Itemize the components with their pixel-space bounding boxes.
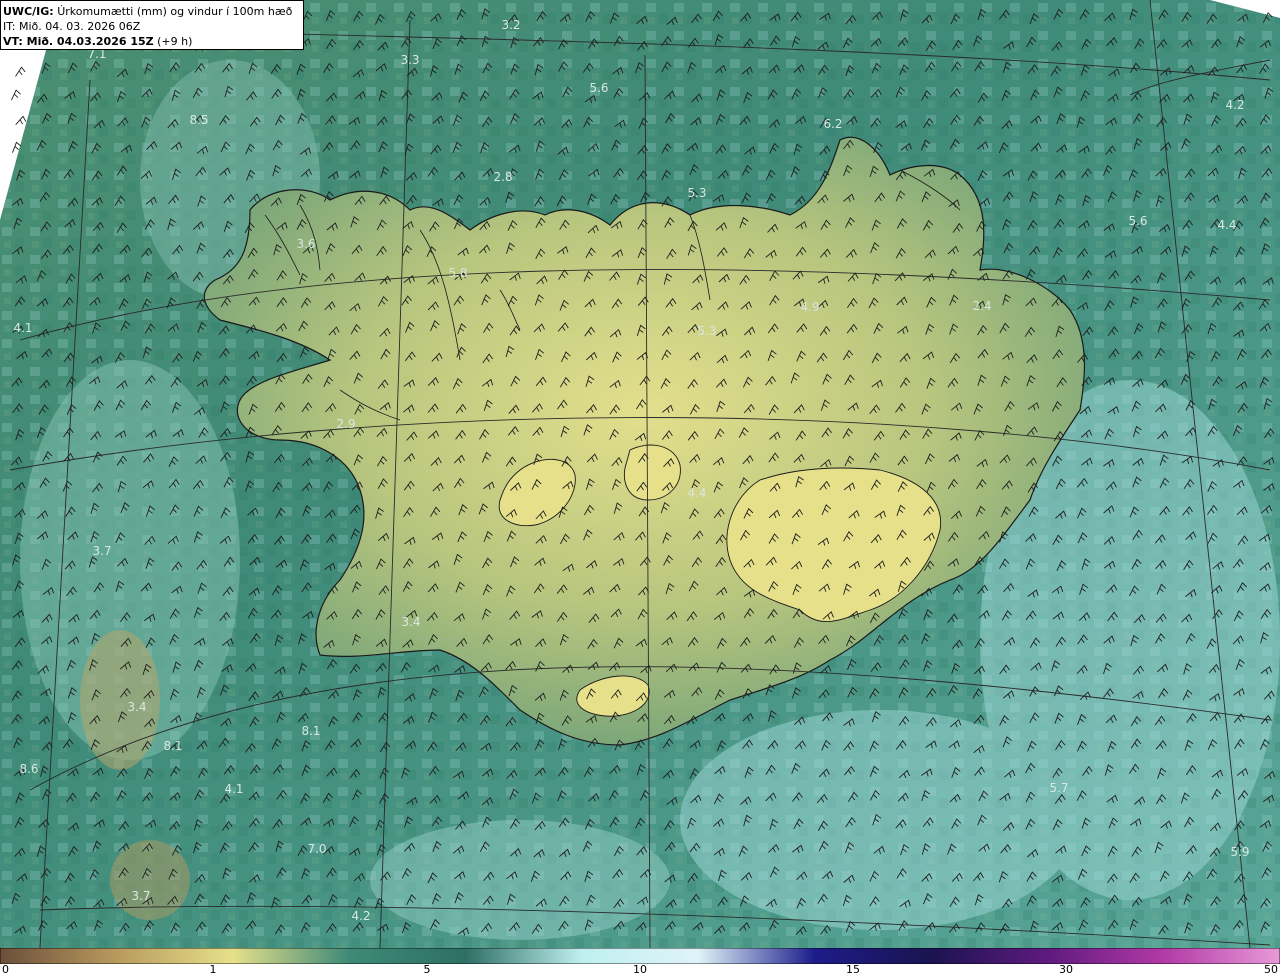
product-name: Úrkomumætti (mm) og vindur í 100m hæð	[57, 5, 293, 18]
value-label: 8.5	[189, 113, 208, 127]
value-label: 5.3	[687, 186, 706, 200]
value-label: 3.4	[127, 700, 146, 714]
value-label: 5.6	[589, 81, 608, 95]
value-label: 2.8	[493, 170, 512, 184]
value-label: 7.0	[307, 842, 326, 856]
value-label: 3.7	[92, 544, 111, 558]
precipitation-wind-map: 3.2 3.3 7.1 5.6 8.5 6.2 4.2 2.8 5.3 5.6 …	[0, 0, 1280, 948]
map-title-box: UWC/IG: Úrkomumætti (mm) og vindur í 100…	[0, 0, 304, 50]
value-label: 4.9	[800, 300, 819, 314]
value-label: 8.1	[163, 739, 182, 753]
colorbar-tick: 5	[423, 963, 431, 976]
value-label: 8.1	[301, 724, 320, 738]
colorbar-ticks: 0 1 5 10 15 30 50	[0, 962, 1280, 978]
init-time: IT: Mið. 04. 03. 2026 06Z	[3, 20, 141, 33]
value-label: 5.3	[697, 324, 716, 338]
colorbar-tick: 15	[846, 963, 860, 976]
value-label: 3.3	[400, 53, 419, 67]
value-label: 4.1	[13, 321, 32, 335]
colorbar-tick: 30	[1059, 963, 1073, 976]
title-line: UWC/IG: Úrkomumætti (mm) og vindur í 100…	[3, 4, 301, 19]
value-label: 8.6	[19, 762, 38, 776]
value-label: 5.7	[1049, 781, 1068, 795]
value-label: 3.4	[401, 615, 420, 629]
lead-time: (+9 h)	[157, 35, 193, 48]
value-label: 3.7	[131, 889, 150, 903]
value-label: 4.2	[351, 909, 370, 923]
colorbar-tick: 1	[209, 963, 217, 976]
value-label: 4.2	[1225, 98, 1244, 112]
value-label: 5.9	[1230, 845, 1249, 859]
value-label: 4.4	[1217, 218, 1236, 232]
value-label: 5.8	[448, 266, 467, 280]
model-name: UWC/IG:	[3, 5, 54, 18]
value-label: 4.4	[687, 486, 706, 500]
colorbar-tick: 10	[633, 963, 647, 976]
valid-time: VT: Mið. 04.03.2026 15Z	[3, 35, 154, 48]
valid-time-line: VT: Mið. 04.03.2026 15Z (+9 h)	[3, 34, 301, 49]
value-label: 3.6	[296, 237, 315, 251]
value-label: 5.6	[1128, 214, 1147, 228]
value-label: 6.2	[823, 117, 842, 131]
value-label: 3.2	[501, 18, 520, 32]
value-label: 2.4	[972, 299, 991, 313]
value-label: 2.9	[336, 417, 355, 431]
value-label: 4.1	[224, 782, 243, 796]
colorbar-tick: 0	[2, 963, 9, 976]
colorbar-tick: 50	[1264, 963, 1278, 976]
